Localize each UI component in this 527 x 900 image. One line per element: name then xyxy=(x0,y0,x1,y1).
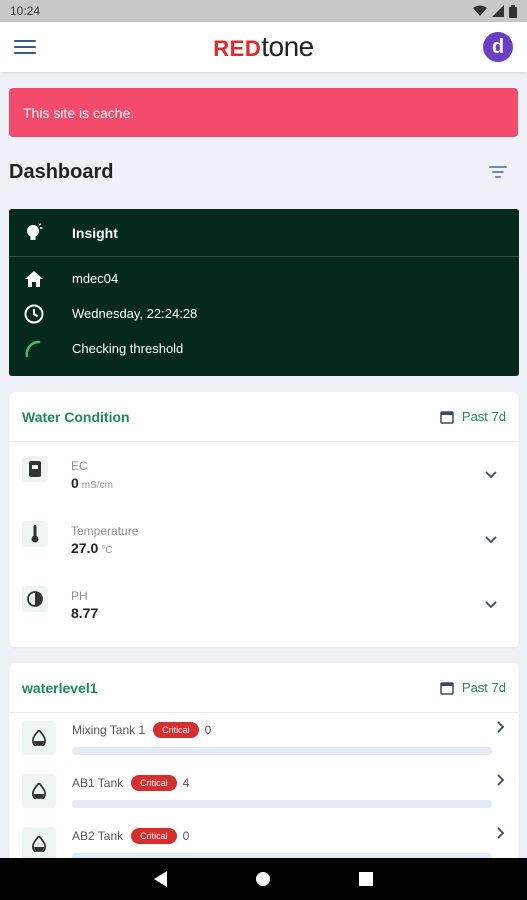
system-nav-bar xyxy=(0,858,527,900)
insight-time-row: Wednesday, 22:24:28 xyxy=(9,296,519,331)
alert-text: This site is cache. xyxy=(23,104,135,121)
tank-count: 4 xyxy=(182,776,190,790)
insight-header: Insight xyxy=(9,209,519,257)
water-condition-header: Water Condition Past 7d xyxy=(9,392,519,442)
period-label: Past 7d xyxy=(461,409,506,424)
wifi-icon xyxy=(473,5,487,16)
period-label: Past 7d xyxy=(461,680,506,695)
chevron-down-icon xyxy=(485,470,497,478)
metric-value: 8.77 xyxy=(71,604,99,621)
critical-badge: Critical xyxy=(131,775,177,791)
tank-level-bar xyxy=(72,800,492,808)
brand-tone: tone xyxy=(261,31,314,62)
insight-card: Insight mdec04 Wednesday, 22:24:28 Check… xyxy=(9,209,519,376)
metric-label: Temperature xyxy=(71,523,139,538)
status-icons xyxy=(473,4,517,18)
menu-icon[interactable] xyxy=(14,40,36,54)
tank-count: 0 xyxy=(204,723,212,737)
tank-row[interactable]: Mixing Tank 1 Critical 0 xyxy=(9,713,519,766)
tank-name: AB2 Tank xyxy=(72,829,124,843)
insight-site-row: mdec04 xyxy=(9,261,519,296)
water-condition-card: Water Condition Past 7d EC 0 mS/cm Temper… xyxy=(9,392,519,647)
insight-title: Insight xyxy=(72,224,118,241)
tank-name: Mixing Tank 1 xyxy=(72,723,146,737)
chevron-right-icon xyxy=(497,721,505,733)
loading-spinner-icon xyxy=(23,338,45,360)
water-condition-title: Water Condition xyxy=(22,408,130,425)
recents-icon[interactable] xyxy=(359,872,374,886)
status-bar: 10:24 xyxy=(0,0,527,22)
tank-level-bar xyxy=(72,747,492,755)
period-selector[interactable]: Past 7d xyxy=(440,409,506,424)
metric-value: 27.0 °C xyxy=(71,539,113,556)
critical-badge: Critical xyxy=(131,828,177,844)
back-icon[interactable] xyxy=(153,871,168,887)
brand-logo: RED tone xyxy=(213,31,314,63)
filter-icon[interactable] xyxy=(489,166,507,178)
chevron-right-icon xyxy=(497,774,505,786)
clock-icon xyxy=(23,303,45,325)
dashboard-header: Dashboard xyxy=(9,157,507,187)
status-time: 10:24 xyxy=(10,4,41,18)
signal-icon xyxy=(492,5,504,17)
insight-status: Checking threshold xyxy=(72,341,184,356)
lightbulb-icon xyxy=(23,222,45,244)
water-drop-icon xyxy=(22,721,56,755)
insight-datetime: Wednesday, 22:24:28 xyxy=(72,306,198,321)
brand-red: RED xyxy=(213,36,262,61)
period-selector[interactable]: Past 7d xyxy=(440,680,506,695)
waterlevel-card: waterlevel1 Past 7d Mixing Tank 1 Critic… xyxy=(9,663,519,872)
metric-value: 0 mS/cm xyxy=(71,474,113,491)
home-button-icon[interactable] xyxy=(255,871,271,887)
metric-ph[interactable]: PH 8.77 xyxy=(9,572,519,637)
app-bar: RED tone d xyxy=(0,22,527,72)
insight-site: mdec04 xyxy=(72,271,119,286)
chevron-right-icon xyxy=(497,827,505,839)
tank-count: 0 xyxy=(182,829,190,843)
insight-status-row: Checking threshold xyxy=(9,331,519,366)
chevron-down-icon xyxy=(485,600,497,608)
waterlevel-title: waterlevel1 xyxy=(22,679,98,696)
chevron-down-icon xyxy=(485,535,497,543)
calendar-icon xyxy=(440,681,454,695)
avatar[interactable]: d xyxy=(483,32,513,62)
battery-icon xyxy=(509,4,517,18)
waterlevel-header: waterlevel1 Past 7d xyxy=(9,663,519,713)
metric-temperature[interactable]: Temperature 27.0 °C xyxy=(9,507,519,572)
metric-ec[interactable]: EC 0 mS/cm xyxy=(9,442,519,507)
home-icon xyxy=(23,268,45,290)
metric-label: PH xyxy=(71,588,88,603)
thermometer-icon xyxy=(22,521,48,547)
critical-badge: Critical xyxy=(153,722,199,738)
sensor-icon xyxy=(22,456,48,482)
cache-alert: This site is cache. xyxy=(9,88,518,137)
tank-row[interactable]: AB1 Tank Critical 4 xyxy=(9,766,519,819)
metric-label: EC xyxy=(71,458,88,473)
water-drop-icon xyxy=(22,827,56,861)
contrast-icon xyxy=(22,586,48,612)
water-drop-icon xyxy=(22,774,56,808)
tank-name: AB1 Tank xyxy=(72,776,124,790)
page-title: Dashboard xyxy=(9,160,114,183)
calendar-icon xyxy=(440,410,454,424)
